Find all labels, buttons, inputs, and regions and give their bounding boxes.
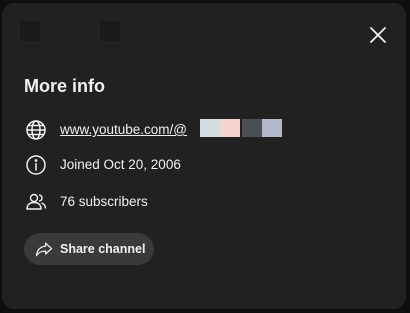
- dialog-title: More info: [24, 76, 105, 96]
- globe-icon: [26, 120, 46, 140]
- info-icon: [26, 155, 46, 175]
- subscribers-row: 76 subscribers: [24, 190, 384, 214]
- close-icon[interactable]: [366, 23, 390, 47]
- joined-date-row: Joined Oct 20, 2006: [24, 153, 384, 177]
- subscribers-icon: [26, 193, 47, 210]
- share-channel-label: Share channel: [60, 242, 146, 256]
- subscriber-count: 76 subscribers: [60, 194, 148, 209]
- share-icon: [35, 242, 53, 257]
- joined-date-text: Joined Oct 20, 2006: [60, 157, 181, 172]
- channel-url-link[interactable]: www.youtube.com/@: [60, 122, 187, 137]
- more-info-dialog: More info www.youtube.com/@ Joined Oct 2…: [2, 3, 406, 309]
- share-channel-button[interactable]: Share channel: [24, 233, 154, 265]
- channel-url-row: www.youtube.com/@: [24, 118, 384, 142]
